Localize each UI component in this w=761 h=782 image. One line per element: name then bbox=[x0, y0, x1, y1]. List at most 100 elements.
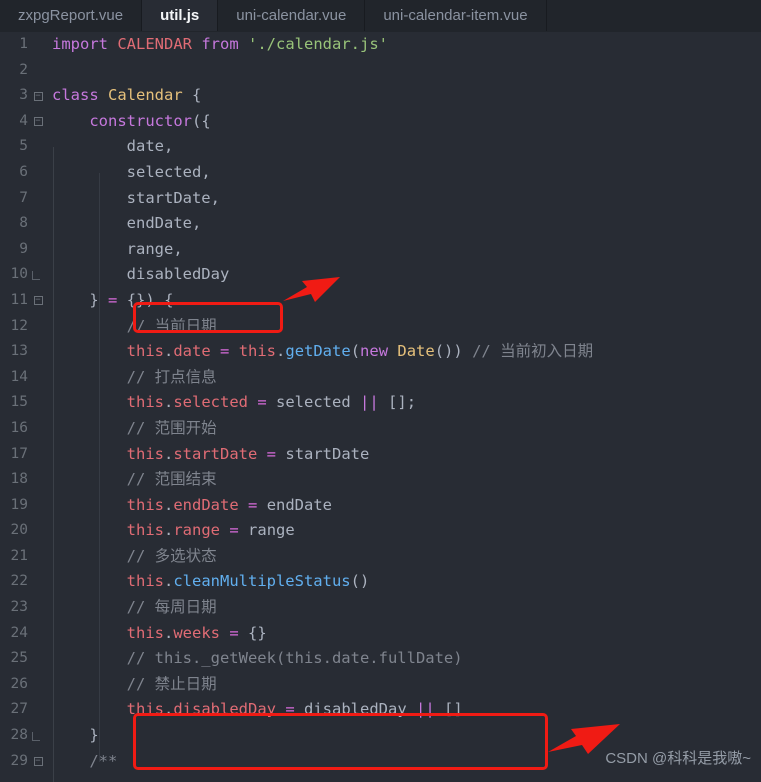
code-line[interactable]: 26 // 禁止日期 bbox=[0, 672, 761, 698]
code-text: // 当前日期 bbox=[126, 316, 217, 335]
line-number: 26 bbox=[10, 675, 28, 692]
line-number: 12 bbox=[10, 317, 28, 334]
indent-guide-level-2 bbox=[99, 173, 100, 357]
code-line[interactable]: 19 this.endDate = endDate bbox=[0, 493, 761, 519]
code-line[interactable]: 8 endDate, bbox=[0, 211, 761, 237]
code-text: startDate, bbox=[126, 188, 220, 207]
code-line[interactable]: 28 } bbox=[0, 723, 761, 749]
code-line[interactable]: 21 // 多选状态 bbox=[0, 544, 761, 570]
fold-toggle-icon[interactable]: − bbox=[30, 288, 46, 314]
code-line[interactable]: 20 this.range = range bbox=[0, 518, 761, 544]
code-line[interactable]: 15 this.selected = selected || []; bbox=[0, 390, 761, 416]
code-text: constructor({ bbox=[89, 111, 211, 130]
code-line[interactable]: 13 this.date = this.getDate(new Date()) … bbox=[0, 339, 761, 365]
tab-zxpgreport-vue[interactable]: zxpgReport.vue bbox=[0, 0, 143, 31]
code-text: } = {}) { bbox=[89, 290, 174, 309]
code-line[interactable]: 9 range, bbox=[0, 237, 761, 263]
line-number: 11 bbox=[10, 291, 28, 308]
tab-label: uni-calendar-item.vue bbox=[383, 7, 528, 24]
line-number: 4 bbox=[19, 112, 28, 129]
code-text: import CALENDAR from './calendar.js' bbox=[52, 35, 388, 53]
line-number: 13 bbox=[10, 343, 28, 360]
code-text: // 范围结束 bbox=[126, 470, 217, 489]
code-line[interactable]: 18 // 范围结束 bbox=[0, 467, 761, 493]
code-text: // 打点信息 bbox=[126, 367, 217, 386]
line-number: 18 bbox=[10, 471, 28, 488]
fold-toggle-icon[interactable]: − bbox=[30, 749, 46, 775]
code-text: } bbox=[89, 726, 99, 745]
fold-end-icon bbox=[30, 723, 46, 749]
code-text: class Calendar { bbox=[52, 86, 202, 105]
line-number: 22 bbox=[10, 573, 28, 590]
fold-toggle-icon[interactable]: − bbox=[30, 109, 46, 135]
code-line[interactable]: 10 disabledDay bbox=[0, 262, 761, 288]
indent-guide-level-2b bbox=[99, 352, 100, 762]
code-lines-container[interactable]: 1 import CALENDAR from './calendar.js' 2 3−… bbox=[0, 32, 761, 774]
tab-uni-calendar-vue[interactable]: uni-calendar.vue bbox=[218, 0, 366, 31]
code-text: this.cleanMultipleStatus() bbox=[126, 572, 370, 591]
code-line[interactable]: 24 this.weeks = {} bbox=[0, 621, 761, 647]
code-text: date, bbox=[126, 137, 174, 156]
line-number: 14 bbox=[10, 368, 28, 385]
code-line[interactable]: 27 this.disabledDay = disabledDay || [] bbox=[0, 697, 761, 723]
line-number: 23 bbox=[10, 599, 28, 616]
line-number: 21 bbox=[10, 547, 28, 564]
csdn-watermark: CSDN @科科是我嗷~ bbox=[605, 750, 751, 767]
code-text: // 禁止日期 bbox=[126, 674, 217, 693]
code-line[interactable]: 6 selected, bbox=[0, 160, 761, 186]
code-line[interactable]: 11− } = {}) { bbox=[0, 288, 761, 314]
line-number: 19 bbox=[10, 496, 28, 513]
code-line[interactable]: 25 // this._getWeek(this.date.fullDate) bbox=[0, 646, 761, 672]
line-number: 10 bbox=[10, 266, 28, 283]
code-text: endDate, bbox=[126, 214, 202, 233]
line-number: 25 bbox=[10, 650, 28, 667]
code-line[interactable]: 22 this.cleanMultipleStatus() bbox=[0, 569, 761, 595]
line-number: 7 bbox=[19, 189, 28, 206]
code-text: this.endDate = endDate bbox=[126, 495, 333, 514]
line-number: 2 bbox=[19, 61, 28, 78]
code-line[interactable]: 2 bbox=[0, 58, 761, 84]
tab-label: zxpgReport.vue bbox=[18, 7, 124, 24]
fold-end-icon bbox=[30, 262, 46, 288]
code-text: this.startDate = startDate bbox=[126, 444, 370, 463]
line-number: 3 bbox=[19, 87, 28, 104]
code-text: this.range = range bbox=[126, 521, 295, 540]
code-text: this.selected = selected || []; bbox=[126, 393, 417, 412]
code-line[interactable]: 14 // 打点信息 bbox=[0, 365, 761, 391]
code-text: selected, bbox=[126, 162, 211, 181]
line-number: 6 bbox=[19, 163, 28, 180]
line-number: 5 bbox=[19, 138, 28, 155]
code-line[interactable]: 4− constructor({ bbox=[0, 109, 761, 135]
line-number: 9 bbox=[19, 240, 28, 257]
line-number: 1 bbox=[19, 36, 28, 52]
code-line[interactable]: 1 import CALENDAR from './calendar.js' bbox=[0, 32, 761, 58]
tab-uni-calendar-item-vue[interactable]: uni-calendar-item.vue bbox=[365, 0, 547, 31]
code-line[interactable]: 16 // 范围开始 bbox=[0, 416, 761, 442]
code-line[interactable]: 12 // 当前日期 bbox=[0, 314, 761, 340]
code-line[interactable]: 23 // 每周日期 bbox=[0, 595, 761, 621]
code-text: // 多选状态 bbox=[126, 546, 217, 565]
tab-util-js[interactable]: util.js bbox=[142, 0, 219, 31]
line-number: 24 bbox=[10, 624, 28, 641]
tab-label: uni-calendar.vue bbox=[236, 7, 347, 24]
code-text: this.date = this.getDate(new Date()) // … bbox=[126, 342, 594, 361]
line-number: 8 bbox=[19, 215, 28, 232]
code-text: // this._getWeek(this.date.fullDate) bbox=[126, 649, 463, 668]
indent-guide-level-1 bbox=[53, 147, 54, 357]
code-line[interactable]: 3− class Calendar { bbox=[0, 83, 761, 109]
line-number: 29 bbox=[10, 752, 28, 769]
code-editor-pane[interactable]: 1 import CALENDAR from './calendar.js' 2 3−… bbox=[0, 32, 761, 782]
line-number: 20 bbox=[10, 522, 28, 539]
code-text: // 范围开始 bbox=[126, 418, 217, 437]
editor-tab-bar: zxpgReport.vue util.js uni-calendar.vue uni… bbox=[0, 0, 761, 32]
code-text: // 每周日期 bbox=[126, 598, 217, 617]
line-number: 27 bbox=[10, 701, 28, 718]
line-number: 17 bbox=[10, 445, 28, 462]
fold-toggle-icon[interactable]: − bbox=[30, 83, 46, 109]
code-line[interactable]: 7 startDate, bbox=[0, 186, 761, 212]
indent-guide-level-1b bbox=[53, 352, 54, 782]
code-text: this.weeks = {} bbox=[126, 623, 267, 642]
code-line[interactable]: 5 date, bbox=[0, 134, 761, 160]
code-line[interactable]: 17 this.startDate = startDate bbox=[0, 442, 761, 468]
tab-label: util.js bbox=[160, 7, 200, 24]
